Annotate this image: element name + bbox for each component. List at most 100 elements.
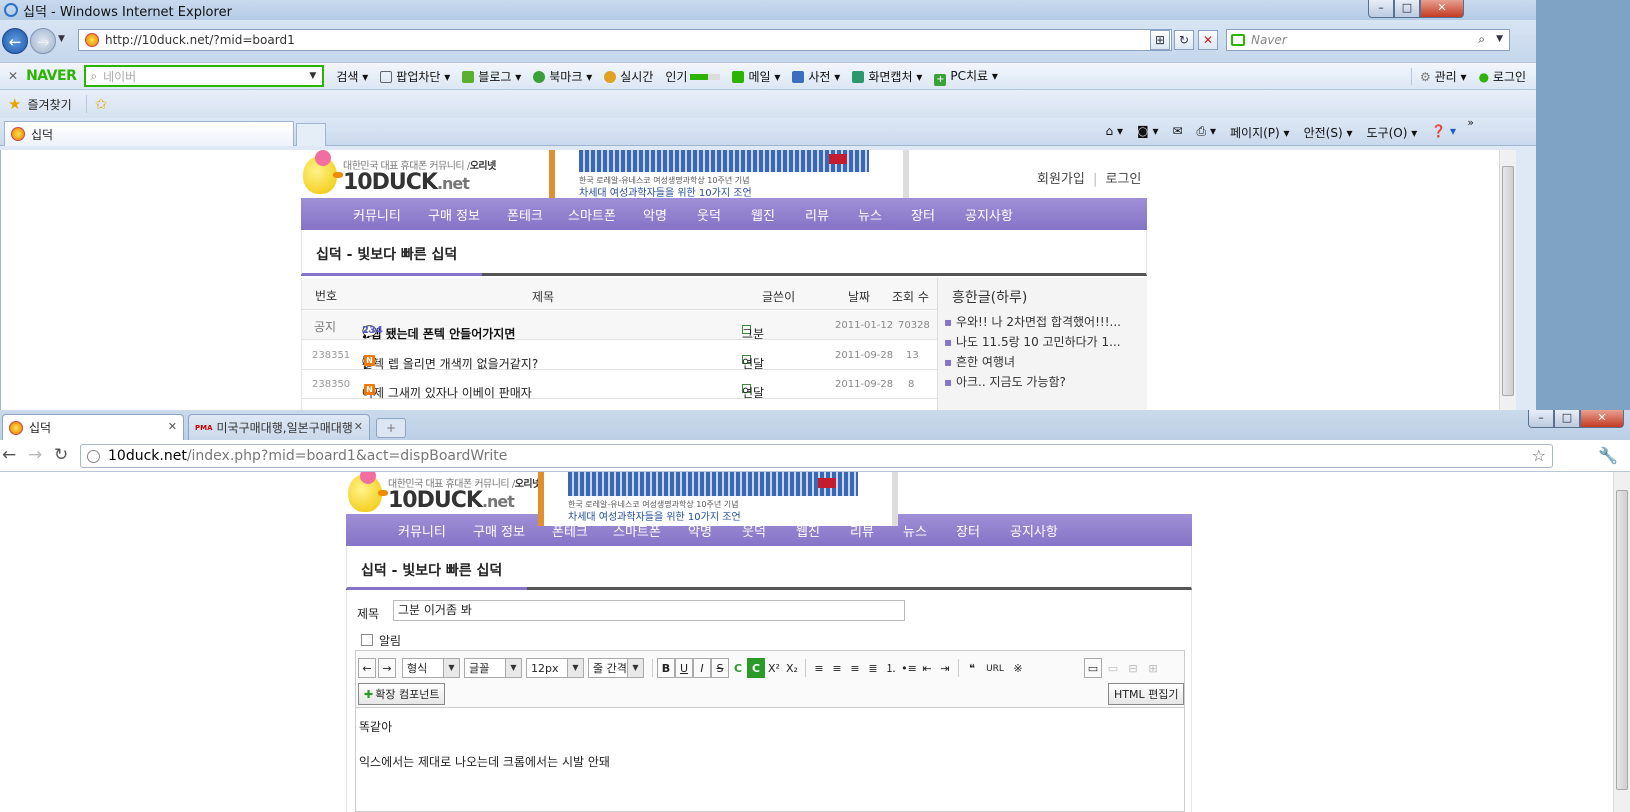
naver-logo[interactable]: NAVER [26,68,77,84]
ie-new-tab-button[interactable] [296,123,326,146]
toolbar-close-icon[interactable]: ✕ [8,69,18,83]
font-select[interactable]: 글꼴 [464,658,522,678]
url-button[interactable]: URL [981,658,1009,678]
align-right-icon[interactable]: ≡ [846,658,864,678]
subject-input[interactable]: 그분 이거좀 봐 [393,600,905,621]
chevron-down-icon[interactable]: ▼ [309,71,316,81]
notice-checkbox[interactable] [361,634,373,646]
naver-item-mail[interactable]: 메일 ▾ [732,68,780,85]
feeds-icon[interactable]: ◙ ▾ [1137,124,1158,141]
merge-icon[interactable]: ⊟ [1124,658,1142,678]
special-char-button[interactable]: ※ [1009,658,1027,678]
home-icon[interactable]: ⌂ ▾ [1106,124,1123,141]
menu-funny[interactable]: 웃덕 [697,205,721,224]
new-tab-button[interactable]: + [376,418,406,438]
close-icon[interactable]: ✕ [1420,0,1464,18]
size-select[interactable]: 12px [526,658,584,678]
site-logo[interactable]: 대한민국 대표 휴대폰 커뮤니티 /오리넷 10DUCK.net [348,472,541,512]
naver-item-dict[interactable]: 사전 ▾ [792,68,840,85]
naver-item-blog[interactable]: 블로그 ▾ [462,68,521,85]
naver-item-search[interactable]: 검색 ▾ [336,68,368,85]
scroll-thumb[interactable] [1502,166,1514,396]
help-icon[interactable]: ❓ ▾ [1431,124,1456,141]
maximize-icon[interactable]: □ [1394,0,1420,18]
site-logo[interactable]: 대한민국 대표 휴대폰 커뮤니티 /오리넷 10DUCK.net [303,150,496,194]
stop-icon[interactable]: ✕ [1198,30,1218,50]
menu-tools[interactable]: 도구(O) ▾ [1366,124,1417,141]
align-justify-icon[interactable]: ≣ [864,658,882,678]
format-select[interactable]: 형식 [402,658,460,678]
naver-manage[interactable]: ⚙ 관리 ▾ [1411,67,1467,85]
favorites-button[interactable]: 즐겨찾기 [27,96,71,113]
close-tab-icon[interactable]: ✕ [354,420,363,433]
naver-item-capture[interactable]: 화면캡처 ▾ [852,68,922,85]
table-icon[interactable]: ▭ [1084,658,1102,678]
italic-button[interactable]: I [693,658,711,678]
chrome-omnibox[interactable]: 10duck.net/index.php?mid=board1&act=disp… [80,444,1553,468]
menu-webzine[interactable]: 웹진 [751,205,775,224]
add-favorite-icon[interactable]: ✩ [85,95,107,113]
align-left-icon[interactable]: ≡ [810,658,828,678]
login-link[interactable]: 로그인 [1106,172,1142,187]
page-info-icon[interactable] [87,449,100,463]
ordered-list-icon[interactable]: ⒈ [882,658,900,678]
bookmark-star-icon[interactable]: ☆ [1532,446,1546,465]
chrome-tab-sipduck[interactable]: 십덕 ✕ [2,414,184,440]
menu-buy-info[interactable]: 구매 정보 [473,521,525,540]
quote-button[interactable]: ❝ [963,658,981,678]
menu-community[interactable]: 커뮤니티 [398,521,446,540]
forward-icon[interactable]: → [28,445,42,465]
redo-icon[interactable]: → [378,658,396,678]
menu-market[interactable]: 장터 [956,521,980,540]
font-color-button[interactable]: C [729,658,747,678]
list-item[interactable]: ▪ 나도 11.5랑 10 고민하다가 1... [944,332,1121,352]
overflow-chevron-icon[interactable]: » [1467,116,1474,129]
menu-page[interactable]: 페이지(P) ▾ [1230,124,1290,141]
naver-login[interactable]: ● 로그인 [1479,68,1526,85]
back-icon[interactable]: ← [2,445,16,465]
menu-community[interactable]: 커뮤니티 [353,205,401,224]
indent-icon[interactable]: ⇥ [936,658,954,678]
read-mail-icon[interactable]: ✉ [1172,124,1182,141]
naver-item-bookmark[interactable]: 북마크 ▾ [533,68,592,85]
menu-phonetech[interactable]: 폰테크 [507,205,543,224]
extension-component-button[interactable]: ✚ 확장 컴포넌트 [358,683,446,705]
subscript-button[interactable]: X₂ [783,658,801,678]
refresh-icon[interactable]: ↻ [1174,30,1194,50]
undo-icon[interactable]: ← [358,658,376,678]
menu-notorious[interactable]: 악명 [643,205,667,224]
close-icon[interactable]: ✕ [1580,410,1624,428]
reload-icon[interactable]: ↻ [54,445,68,465]
list-item[interactable]: ▪ 우와!! 나 2차면접 합격했어!!!... [944,312,1121,332]
ie-tab-sipduck[interactable]: 십덕 [4,121,294,146]
list-item[interactable]: ▪ 아크.. 지금도 가능함? [944,372,1121,392]
split-icon[interactable]: ⊞ [1144,658,1162,678]
naver-item-popup[interactable]: 팝업차단 ▾ [380,68,450,85]
line-height-select[interactable]: 줄 간격 [588,658,644,678]
menu-market[interactable]: 장터 [911,205,935,224]
favorites-star-icon[interactable]: ★ [8,95,21,113]
strike-button[interactable]: S [711,658,729,678]
join-link[interactable]: 회원가입 [1037,172,1085,187]
scroll-thumb[interactable] [1616,490,1628,790]
wrench-icon[interactable]: 🔧 [1598,446,1618,465]
menu-buy-info[interactable]: 구매 정보 [428,205,480,224]
ad-banner[interactable]: 한국 로레알-유네스코 여성생명과학상 10주년 기념 차세대 여성과학자들을 … [549,150,909,200]
forward-icon[interactable]: → [30,28,56,54]
underline-button[interactable]: U [675,658,693,678]
table-row[interactable]: 238351 폰텍 렙 올리면 개색끼 없을거같지? 💬3N 연달 2011-0… [302,341,937,371]
menu-safety[interactable]: 안전(S) ▾ [1304,124,1353,141]
ie-vertical-scrollbar[interactable] [1499,150,1516,410]
menu-notice[interactable]: 공지사항 [965,205,1013,224]
compat-view-icon[interactable]: ⊞ [1150,30,1170,50]
minimize-icon[interactable]: – [1528,410,1554,428]
close-tab-icon[interactable]: ✕ [168,420,177,433]
menu-news[interactable]: 뉴스 [858,205,882,224]
print-icon[interactable]: ⎙ ▾ [1197,124,1216,141]
naver-item-popular[interactable]: 인기 [665,68,721,85]
ie-search-input[interactable]: Naver ⌕ ▼ [1226,29,1510,51]
search-icon[interactable]: ⌕ [1478,32,1485,47]
minimize-icon[interactable]: – [1368,0,1394,18]
ie-url-input[interactable]: http://10duck.net/?mid=board1 ▼ [78,29,1172,51]
table-row[interactable]: 공지 2렙 됐는데 폰텍 안들어가지면 💬 234 그분 2011-01-12 7… [302,311,937,341]
